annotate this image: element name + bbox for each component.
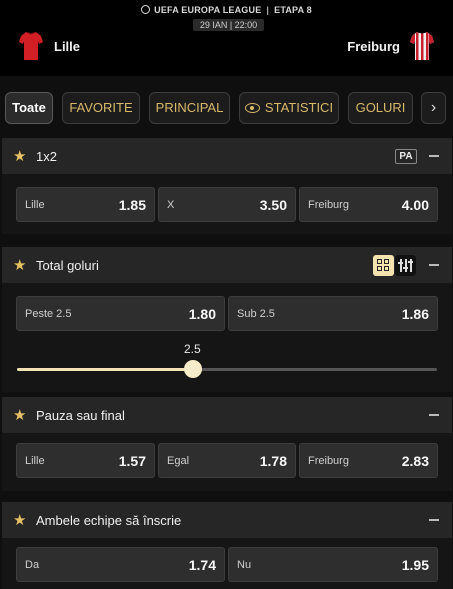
star-icon[interactable]: ★	[13, 256, 26, 274]
odd-button[interactable]: Peste 2.5 1.80	[16, 296, 225, 331]
odd-label: Egal	[167, 455, 190, 467]
odd-button[interactable]: Freiburg 2.83	[299, 443, 438, 478]
market-ambele-header[interactable]: ★ Ambele echipe să înscrie	[2, 502, 452, 538]
odd-label: Peste 2.5	[25, 308, 72, 320]
tab-favorite[interactable]: FAVORITE	[62, 92, 140, 124]
odd-value: 2.83	[401, 453, 429, 469]
match-header: UEFA EUROPA LEAGUE | ETAPA 8 29 IAN | 22:0…	[0, 0, 453, 76]
odd-label: Nu	[237, 559, 252, 571]
collapse-icon[interactable]	[429, 414, 439, 416]
odd-label: Sub 2.5	[237, 308, 275, 320]
slider-fill	[17, 368, 194, 371]
odd-value: 1.78	[259, 453, 287, 469]
star-icon[interactable]: ★	[13, 406, 26, 424]
away-team-name: Freiburg	[347, 39, 400, 54]
pa-badge: PA	[395, 149, 417, 164]
tab-goluri[interactable]: GOLURI	[348, 92, 413, 124]
competition-line: UEFA EUROPA LEAGUE | ETAPA 8	[0, 5, 453, 15]
odd-label: X	[167, 199, 175, 211]
market-title: Ambele echipe să înscrie	[36, 513, 182, 528]
stage-label: ETAPA 8	[274, 5, 312, 15]
odd-value: 1.80	[188, 306, 216, 322]
odd-value: 4.00	[401, 197, 429, 213]
grid-view-icon[interactable]	[373, 255, 394, 276]
odd-value: 1.95	[401, 557, 429, 573]
tab-statistici[interactable]: STATISTICI	[239, 92, 339, 124]
market-title: 1x2	[36, 149, 57, 164]
away-shirt-icon	[410, 32, 434, 60]
odd-button[interactable]: Lille 1.85	[16, 187, 155, 222]
odd-value: 1.86	[401, 306, 429, 322]
odd-button[interactable]: Egal 1.78	[158, 443, 296, 478]
odd-label: Lille	[25, 455, 45, 467]
market-1x2-body: Lille 1.85 X 3.50 Freiburg 4.00	[2, 174, 452, 234]
odd-value: 1.74	[188, 557, 216, 573]
goals-slider-track[interactable]	[17, 368, 437, 371]
odd-value: 1.57	[118, 453, 146, 469]
football-icon	[141, 5, 151, 14]
eye-icon	[244, 103, 260, 113]
odd-button[interactable]: Da 1.74	[16, 547, 225, 582]
odd-label: Freiburg	[308, 455, 349, 467]
separator: |	[266, 5, 270, 15]
market-ambele-body: Da 1.74 Nu 1.95	[2, 538, 452, 589]
market-title: Total goluri	[36, 258, 99, 273]
collapse-icon[interactable]	[429, 264, 439, 266]
chevron-right-icon[interactable]: ›	[421, 92, 446, 124]
home-team-name: Lille	[54, 39, 81, 54]
match-date: 29 IAN | 22:00	[193, 19, 264, 31]
market-tabs: Toate FAVORITE PRINCIPAL STATISTICI GOLU…	[0, 92, 453, 126]
odd-button[interactable]: Nu 1.95	[228, 547, 438, 582]
market-pauza-header[interactable]: ★ Pauza sau final	[2, 397, 452, 433]
collapse-icon[interactable]	[429, 519, 439, 521]
odd-button[interactable]: X 3.50	[158, 187, 296, 222]
market-1x2-header[interactable]: ★ 1x2 PA	[2, 138, 452, 174]
star-icon[interactable]: ★	[13, 511, 26, 529]
market-title: Pauza sau final	[36, 408, 125, 423]
competition-name: UEFA EUROPA LEAGUE	[154, 5, 262, 15]
slider-value: 2.5	[184, 342, 201, 356]
market-total-goluri-body: Peste 2.5 1.80 Sub 2.5 1.86	[2, 283, 452, 392]
collapse-icon[interactable]	[429, 155, 439, 157]
market-total-goluri-header[interactable]: ★ Total goluri	[2, 247, 452, 283]
odd-label: Da	[25, 559, 40, 571]
tab-toate[interactable]: Toate	[5, 92, 53, 124]
odd-label: Freiburg	[308, 199, 349, 211]
tab-principal[interactable]: PRINCIPAL	[149, 92, 230, 124]
odd-button[interactable]: Lille 1.57	[16, 443, 155, 478]
odd-label: Lille	[25, 199, 45, 211]
market-pauza-body: Lille 1.57 Egal 1.78 Freiburg 2.83	[2, 433, 452, 491]
odd-value: 3.50	[259, 197, 287, 213]
odd-value: 1.85	[118, 197, 146, 213]
star-icon[interactable]: ★	[13, 147, 26, 165]
tab-statistici-label: STATISTICI	[264, 100, 334, 115]
odd-button[interactable]: Sub 2.5 1.86	[228, 296, 438, 331]
home-shirt-icon	[19, 32, 43, 60]
slider-view-icon[interactable]	[395, 255, 416, 276]
odd-button[interactable]: Freiburg 4.00	[299, 187, 438, 222]
